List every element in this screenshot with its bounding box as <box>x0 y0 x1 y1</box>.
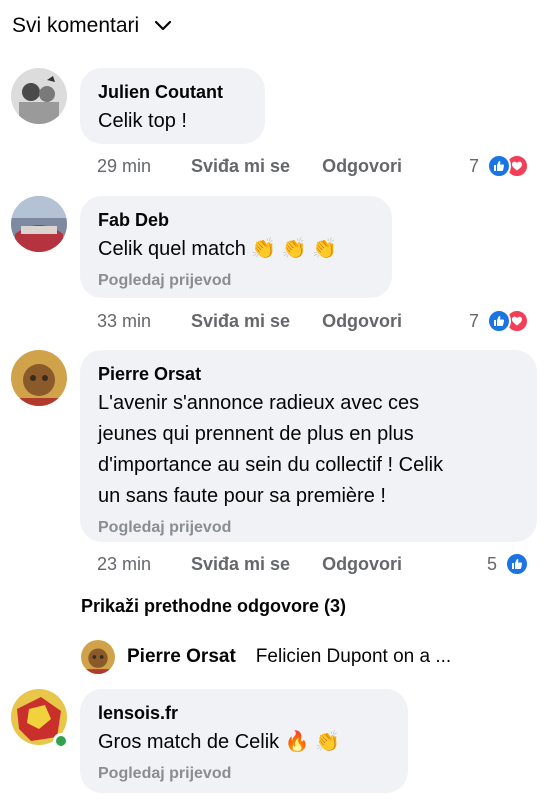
reply-author[interactable]: Pierre Orsat <box>127 646 236 668</box>
comment-author[interactable]: Fab Deb <box>98 208 374 232</box>
comment-text-line: L'avenir s'annonce radieux avec ces <box>98 392 420 414</box>
comment-text: Celik top ! <box>98 110 187 132</box>
see-translation-link[interactable]: Pogledaj prijevod <box>98 518 519 538</box>
thumbs-up-icon <box>487 154 511 178</box>
comment-author[interactable]: Julien Coutant <box>98 80 247 104</box>
reactions-summary[interactable]: 5 <box>487 552 529 576</box>
comment-actions: 33 min Sviđa mi se Odgovori 7 <box>97 308 529 334</box>
comment-author[interactable]: Pierre Orsat <box>98 362 519 386</box>
reply-button[interactable]: Odgovori <box>322 311 402 332</box>
reply-preview[interactable]: Pierre Orsat Felicien Dupont on a ... <box>81 640 451 674</box>
show-previous-replies-link[interactable]: Prikaži prethodne odgovore (3) <box>81 596 346 617</box>
reactions-summary[interactable]: 7 <box>469 154 529 178</box>
like-button[interactable]: Sviđa mi se <box>191 554 290 575</box>
comment-text: L'avenir s'annonce radieux avec ces jeun… <box>98 388 519 512</box>
comment-text-body: Celik quel match <box>98 238 246 260</box>
online-status-indicator <box>53 733 69 749</box>
like-button[interactable]: Sviđa mi se <box>191 311 290 332</box>
comment-text-line: un sans faute pour sa première ! <box>98 485 386 507</box>
comment-bubble[interactable]: Julien Coutant Celik top ! <box>80 68 265 144</box>
reply-button[interactable]: Odgovori <box>322 554 402 575</box>
like-button[interactable]: Sviđa mi se <box>191 156 290 177</box>
avatar[interactable] <box>11 350 67 406</box>
reaction-count: 7 <box>468 155 479 176</box>
comment-text-line: d'importance au sein du collectif ! Celi… <box>98 454 444 476</box>
comment-bubble[interactable]: Fab Deb Celik quel match 👏 👏 👏 Pogledaj … <box>80 196 392 298</box>
comment-bubble[interactable]: lensois.fr Gros match de Celik 🔥 👏 Pogle… <box>80 689 408 793</box>
comment-text-line: jeunes qui prennent de plus en plus <box>98 423 414 445</box>
comment-time: 23 min <box>97 553 152 574</box>
comment-time: 29 min <box>97 155 152 176</box>
reply-button[interactable]: Odgovori <box>322 156 402 177</box>
reply-snippet: Felicien Dupont on a ... <box>255 646 452 667</box>
thumbs-up-icon <box>487 309 511 333</box>
comment-text: Gros match de Celik 🔥 👏 <box>98 727 390 758</box>
avatar[interactable] <box>11 68 67 124</box>
avatar[interactable] <box>11 196 67 252</box>
clapping-hands-emoji: 👏 👏 👏 <box>251 238 338 260</box>
reaction-count: 5 <box>486 553 497 574</box>
reactions-summary[interactable]: 7 <box>469 309 529 333</box>
see-translation-link[interactable]: Pogledaj prijevod <box>98 764 390 784</box>
all-comments-filter[interactable]: Svi komentari <box>12 14 173 38</box>
comment-actions: 23 min Sviđa mi se Odgovori 5 <box>97 551 529 577</box>
comment-time: 33 min <box>97 310 152 331</box>
fire-clapping-emoji: 🔥 👏 <box>284 731 341 753</box>
reaction-count: 7 <box>468 310 479 331</box>
comment-actions: 29 min Sviđa mi se Odgovori 7 <box>97 153 529 179</box>
comment-bubble[interactable]: Pierre Orsat L'avenir s'annonce radieux … <box>80 350 537 542</box>
comment-author[interactable]: lensois.fr <box>98 701 390 725</box>
chevron-down-icon <box>155 20 172 31</box>
comment-text: Celik quel match 👏 👏 👏 <box>98 234 374 265</box>
filter-label: Svi komentari <box>12 14 140 37</box>
thumbs-up-icon <box>505 552 529 576</box>
comment-text-body: Gros match de Celik <box>98 731 280 753</box>
avatar[interactable] <box>81 640 115 674</box>
see-translation-link[interactable]: Pogledaj prijevod <box>98 271 374 291</box>
